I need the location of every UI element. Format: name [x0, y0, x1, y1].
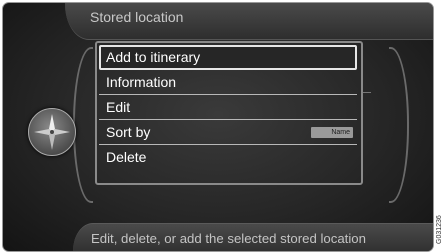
right-arc-decoration [389, 47, 409, 203]
divider-line [363, 92, 371, 93]
footer-hint: Edit, delete, or add the selected stored… [91, 231, 366, 246]
menu-item-sort-by[interactable]: Sort by Name [99, 120, 357, 145]
figure-code: G031236 [436, 215, 443, 244]
menu-item-add-to-itinerary[interactable]: Add to itinerary [99, 45, 357, 70]
menu-item-label: Information [106, 74, 177, 90]
left-arc-decoration [73, 47, 93, 203]
menu-item-label: Delete [106, 149, 147, 165]
menu-item-delete[interactable]: Delete [99, 145, 357, 170]
menu-item-label: Sort by [106, 124, 151, 140]
context-menu: Add to itinerary Information Edit Sort b… [99, 45, 357, 170]
sort-value-badge: Name [311, 127, 353, 138]
menu-item-label: Add to itinerary [106, 49, 201, 65]
screen-title: Stored location [90, 9, 184, 25]
menu-item-label: Edit [106, 99, 131, 115]
menu-item-information[interactable]: Information [99, 70, 357, 95]
compass-icon [28, 108, 76, 156]
menu-item-edit[interactable]: Edit [99, 95, 357, 120]
